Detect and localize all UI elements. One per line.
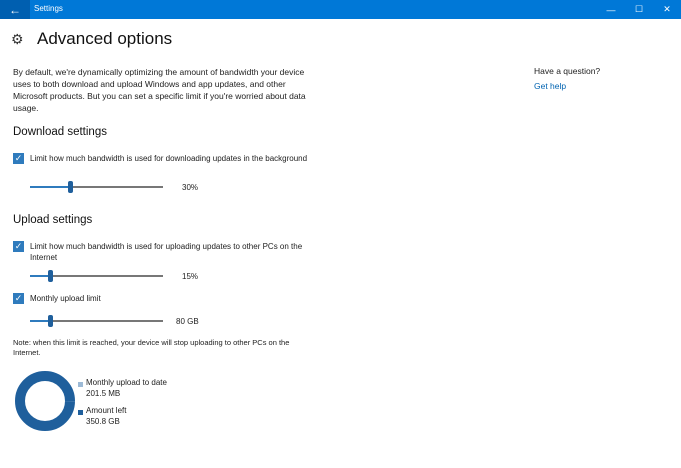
donut-amount-left-ring [15,371,75,431]
upload-bandwidth-slider[interactable] [30,270,163,282]
slider-fill [30,320,50,322]
slider-fill [30,186,70,188]
legend-amount-left: Amount left 350.8 GB [78,405,126,427]
monthly-limit-checkbox[interactable]: ✓ [13,293,24,304]
page-description: By default, we're dynamically optimizing… [13,67,306,113]
upload-bandwidth-value: 15% [182,272,199,281]
get-help-link[interactable]: Get help [534,81,566,91]
upload-limit-row[interactable]: ✓ Limit how much bandwidth is used for u… [13,241,330,263]
back-arrow-icon: ← [9,2,21,17]
slider-thumb[interactable] [47,315,53,327]
upload-settings-heading: Upload settings [13,214,93,226]
legend-amount-left-swatch [78,410,83,415]
legend-uploaded-value: 201.5 MB [86,389,121,398]
download-bandwidth-value: 30% [182,183,199,192]
help-question: Have a question? [534,66,601,76]
window-title: Settings [34,4,63,13]
monthly-limit-label: Monthly upload limit [30,294,101,303]
download-limit-checkbox[interactable]: ✓ [13,153,24,164]
monthly-limit-row[interactable]: ✓ Monthly upload limit [13,293,330,304]
monthly-limit-value: 80 GB [176,317,199,326]
close-icon: ✕ [663,4,671,14]
upload-limit-note: Note: when this limit is reached, your d… [13,338,290,357]
legend-uploaded: Monthly upload to date 201.5 MB [78,377,167,399]
close-button[interactable]: ✕ [653,0,681,19]
minimize-icon: — [606,4,616,15]
slider-thumb[interactable] [67,181,73,193]
legend-uploaded-swatch [78,382,83,387]
upload-limit-checkbox[interactable]: ✓ [13,241,24,252]
upload-usage-donut [15,371,75,431]
maximize-button[interactable]: ☐ [625,0,653,19]
maximize-icon: ☐ [634,4,644,14]
monthly-limit-slider[interactable] [30,315,163,327]
title-bar: ← Settings — ☐ ✕ [0,0,681,19]
slider-fill [30,275,50,277]
slider-thumb[interactable] [47,270,53,282]
gear-icon: ⚙ [11,31,24,47]
upload-limit-label: Limit how much bandwidth is used for upl… [30,242,303,262]
minimize-button[interactable]: — [597,0,625,19]
download-limit-row[interactable]: ✓ Limit how much bandwidth is used for d… [13,153,330,164]
page-title: Advanced options [37,29,173,48]
legend-amount-left-value: 350.8 GB [86,417,120,426]
download-limit-label: Limit how much bandwidth is used for dow… [30,154,308,163]
back-button[interactable]: ← [0,0,30,19]
download-settings-heading: Download settings [13,126,107,138]
download-bandwidth-slider[interactable] [30,181,163,193]
legend-uploaded-label: Monthly upload to date [86,378,167,387]
legend-amount-left-label: Amount left [86,406,127,415]
